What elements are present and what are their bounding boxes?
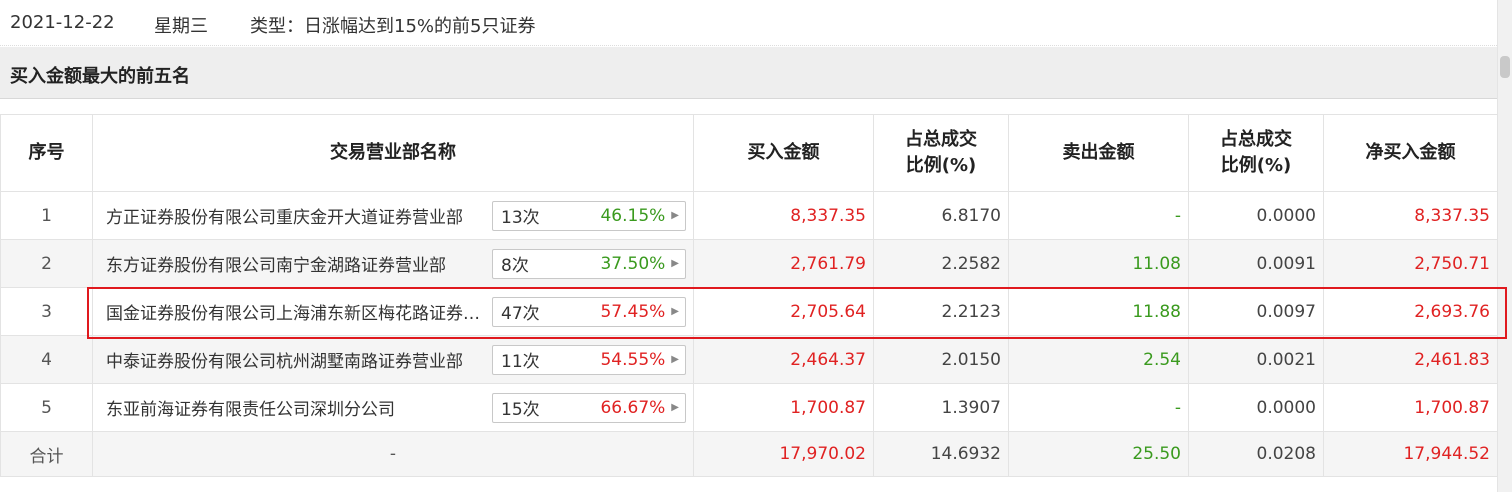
row-index: 4: [0, 335, 93, 384]
header-bar: 2021-12-22 星期三 类型：日涨幅达到15%的前5只证券: [0, 0, 1497, 46]
buy-amount: 1,700.87: [693, 383, 874, 432]
history-badge-button[interactable]: 47次 57.45% ▶: [492, 296, 686, 327]
caret-right-icon: ▶: [671, 306, 679, 317]
total-label: 合计: [0, 431, 93, 477]
net-amount: 2,693.76: [1323, 287, 1498, 336]
col-header-sell-pct: 占总成交 比例(%): [1188, 114, 1324, 192]
total-sell-ratio: 0.0208: [1188, 431, 1324, 477]
sell-amount: -: [1008, 383, 1189, 432]
table-row[interactable]: 4 中泰证券股份有限公司杭州湖墅南路证券营业部 11次 54.55% ▶ 2,4…: [0, 335, 1498, 384]
history-badge-button[interactable]: 15次 66.67% ▶: [492, 392, 686, 423]
history-badge-button[interactable]: 13次 46.15% ▶: [492, 200, 686, 231]
table-row[interactable]: 2 东方证券股份有限公司南宁金湖路证券营业部 8次 37.50% ▶ 2,761…: [0, 239, 1498, 288]
caret-right-icon: ▶: [671, 210, 679, 221]
scrollbar-thumb[interactable]: [1500, 56, 1510, 78]
type-text: 类型：日涨幅达到15%的前5只证券: [250, 16, 536, 37]
success-rate: 54.55%: [600, 349, 666, 370]
broker-name-link[interactable]: 方正证券股份有限公司重庆金开大道证券营业部: [106, 203, 491, 228]
col-header-net: 净买入金额: [1323, 114, 1498, 192]
broker-cell: 国金证券股份有限公司上海浦东新区梅花路证券营业部 47次 57.45% ▶: [92, 287, 694, 336]
caret-right-icon: ▶: [671, 354, 679, 365]
sell-ratio: 0.0091: [1188, 239, 1324, 288]
sell-ratio: 0.0000: [1188, 191, 1324, 240]
caret-right-icon: ▶: [671, 402, 679, 413]
col-header-sell: 卖出金额: [1008, 114, 1189, 192]
col-header-buy-pct: 占总成交 比例(%): [873, 114, 1009, 192]
appearance-count: 13次: [501, 208, 540, 228]
broker-cell: 东亚前海证券有限责任公司深圳分公司 15次 66.67% ▶: [92, 383, 694, 432]
broker-name-link[interactable]: 国金证券股份有限公司上海浦东新区梅花路证券营业部: [106, 299, 491, 324]
total-net: 17,944.52: [1323, 431, 1498, 477]
history-badge-button[interactable]: 8次 37.50% ▶: [492, 248, 686, 279]
broker-table: 序号 交易营业部名称 买入金额 占总成交 比例(%) 卖出金额 占总成交 比例(…: [0, 114, 1498, 477]
total-sell: 25.50: [1008, 431, 1189, 477]
sell-ratio: 0.0021: [1188, 335, 1324, 384]
buy-ratio: 2.0150: [873, 335, 1009, 384]
row-index: 2: [0, 239, 93, 288]
total-buy: 17,970.02: [693, 431, 874, 477]
total-broker: -: [92, 431, 694, 477]
sell-amount: 2.54: [1008, 335, 1189, 384]
net-amount: 1,700.87: [1323, 383, 1498, 432]
broker-name-link[interactable]: 东方证券股份有限公司南宁金湖路证券营业部: [106, 251, 491, 276]
success-rate: 37.50%: [600, 253, 666, 274]
table-row[interactable]: 3 国金证券股份有限公司上海浦东新区梅花路证券营业部 47次 57.45% ▶ …: [0, 287, 1498, 336]
sell-amount: -: [1008, 191, 1189, 240]
total-row: 合计 - 17,970.02 14.6932 25.50 0.0208 17,9…: [0, 431, 1498, 477]
sell-amount: 11.88: [1008, 287, 1189, 336]
table-row[interactable]: 1 方正证券股份有限公司重庆金开大道证券营业部 13次 46.15% ▶ 8,3…: [0, 191, 1498, 240]
broker-cell: 东方证券股份有限公司南宁金湖路证券营业部 8次 37.50% ▶: [92, 239, 694, 288]
buy-amount: 2,705.64: [693, 287, 874, 336]
success-rate: 57.45%: [600, 301, 666, 322]
section-title: 买入金额最大的前五名: [10, 66, 190, 87]
vertical-scrollbar[interactable]: [1497, 0, 1512, 492]
caret-right-icon: ▶: [671, 258, 679, 269]
section-header: 买入金额最大的前五名: [0, 47, 1497, 99]
weekday-text: 星期三: [154, 16, 208, 37]
net-amount: 2,750.71: [1323, 239, 1498, 288]
appearance-count: 47次: [501, 304, 540, 324]
sell-amount: 11.08: [1008, 239, 1189, 288]
history-badge-button[interactable]: 11次 54.55% ▶: [492, 344, 686, 375]
buy-ratio: 1.3907: [873, 383, 1009, 432]
broker-name-link[interactable]: 东亚前海证券有限责任公司深圳分公司: [106, 395, 491, 420]
success-rate: 66.67%: [600, 397, 666, 418]
appearance-count: 11次: [501, 352, 540, 372]
net-amount: 8,337.35: [1323, 191, 1498, 240]
appearance-count: 15次: [501, 400, 540, 420]
net-amount: 2,461.83: [1323, 335, 1498, 384]
broker-cell: 方正证券股份有限公司重庆金开大道证券营业部 13次 46.15% ▶: [92, 191, 694, 240]
buy-ratio: 6.8170: [873, 191, 1009, 240]
row-index: 1: [0, 191, 93, 240]
appearance-count: 8次: [501, 256, 529, 276]
buy-amount: 2,761.79: [693, 239, 874, 288]
col-header-broker: 交易营业部名称: [92, 114, 694, 192]
table-row[interactable]: 5 东亚前海证券有限责任公司深圳分公司 15次 66.67% ▶ 1,700.8…: [0, 383, 1498, 432]
sell-ratio: 0.0097: [1188, 287, 1324, 336]
buy-ratio: 2.2582: [873, 239, 1009, 288]
broker-cell: 中泰证券股份有限公司杭州湖墅南路证券营业部 11次 54.55% ▶: [92, 335, 694, 384]
sell-ratio: 0.0000: [1188, 383, 1324, 432]
date-text: 2021-12-22: [10, 12, 115, 33]
col-header-buy: 买入金额: [693, 114, 874, 192]
buy-amount: 2,464.37: [693, 335, 874, 384]
total-buy-ratio: 14.6932: [873, 431, 1009, 477]
table-header-row: 序号 交易营业部名称 买入金额 占总成交 比例(%) 卖出金额 占总成交 比例(…: [0, 114, 1498, 192]
buy-amount: 8,337.35: [693, 191, 874, 240]
success-rate: 46.15%: [600, 205, 666, 226]
row-index: 3: [0, 287, 93, 336]
buy-ratio: 2.2123: [873, 287, 1009, 336]
broker-name-link[interactable]: 中泰证券股份有限公司杭州湖墅南路证券营业部: [106, 347, 491, 372]
col-header-index: 序号: [0, 114, 93, 192]
row-index: 5: [0, 383, 93, 432]
